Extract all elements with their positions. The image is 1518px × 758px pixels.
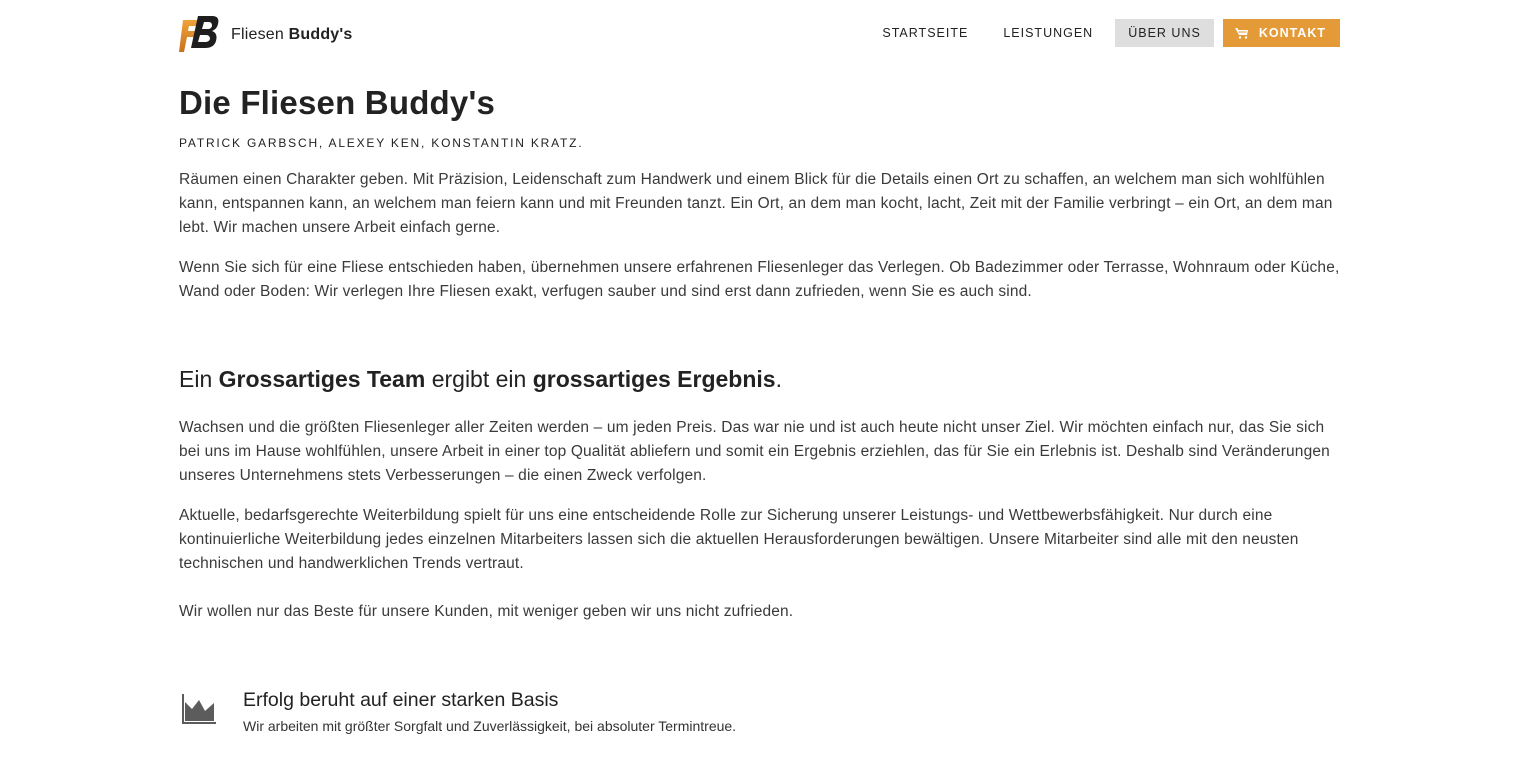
brand-name: Fliesen Buddy's — [231, 26, 353, 44]
team-heading-bold1: Grossartiges Team — [218, 366, 426, 392]
team-heading-part3: . — [775, 366, 782, 392]
team-heading-bold2: grossartiges Ergebnis — [532, 366, 776, 392]
training-paragraph: Aktuelle, bedarfsgerechte Weiterbildung … — [179, 507, 1299, 572]
brand-link[interactable]: Fliesen Buddy's — [179, 14, 353, 56]
nav-leistungen[interactable]: LEISTUNGEN — [990, 19, 1106, 47]
nav-kontakt-label: KONTAKT — [1258, 26, 1326, 40]
closing-paragraph: Wir wollen nur das Beste für unsere Kund… — [179, 603, 794, 620]
fb-logo-icon — [179, 16, 219, 52]
growth-paragraph: Wachsen und die größten Fliesenleger all… — [179, 419, 1330, 484]
team-names: PATRICK GARBSCH, ALEXEY KEN, KONSTANTIN … — [179, 136, 584, 150]
feature-title: Erfolg beruht auf einer starken Basis — [243, 689, 559, 711]
page-title: Die Fliesen Buddy's — [179, 84, 496, 121]
intro-paragraph: Räumen einen Charakter geben. Mit Präzis… — [179, 171, 1333, 236]
team-heading: Ein Grossartiges Team ergibt ein grossar… — [179, 364, 782, 394]
site-header: Fliesen Buddy's STARTSEITE LEISTUNGEN ÜB… — [179, 14, 1340, 56]
main-nav: STARTSEITE LEISTUNGEN ÜBER UNS KONTAKT — [860, 19, 1340, 47]
main-content: Die Fliesen Buddy's PATRICK GARBSCH, ALE… — [179, 84, 1340, 620]
service-paragraph: Wenn Sie sich für eine Fliese entschiede… — [179, 259, 1340, 300]
nav-startseite[interactable]: STARTSEITE — [869, 19, 981, 47]
nav-kontakt-button[interactable]: KONTAKT — [1222, 19, 1340, 47]
nav-ueber-uns[interactable]: ÜBER UNS — [1115, 19, 1214, 47]
team-heading-part1: Ein — [179, 366, 219, 392]
brand-name-light: Fliesen — [231, 26, 289, 43]
brand-name-bold: Buddy's — [288, 26, 353, 43]
team-heading-part2: ergibt ein — [425, 366, 533, 392]
feature-text: Wir arbeiten mit größter Sorgfalt und Zu… — [243, 718, 737, 734]
area-chart-icon — [182, 694, 216, 724]
cart-icon — [1234, 28, 1248, 39]
feature-item: Erfolg beruht auf einer starken Basis Wi… — [179, 688, 1079, 738]
